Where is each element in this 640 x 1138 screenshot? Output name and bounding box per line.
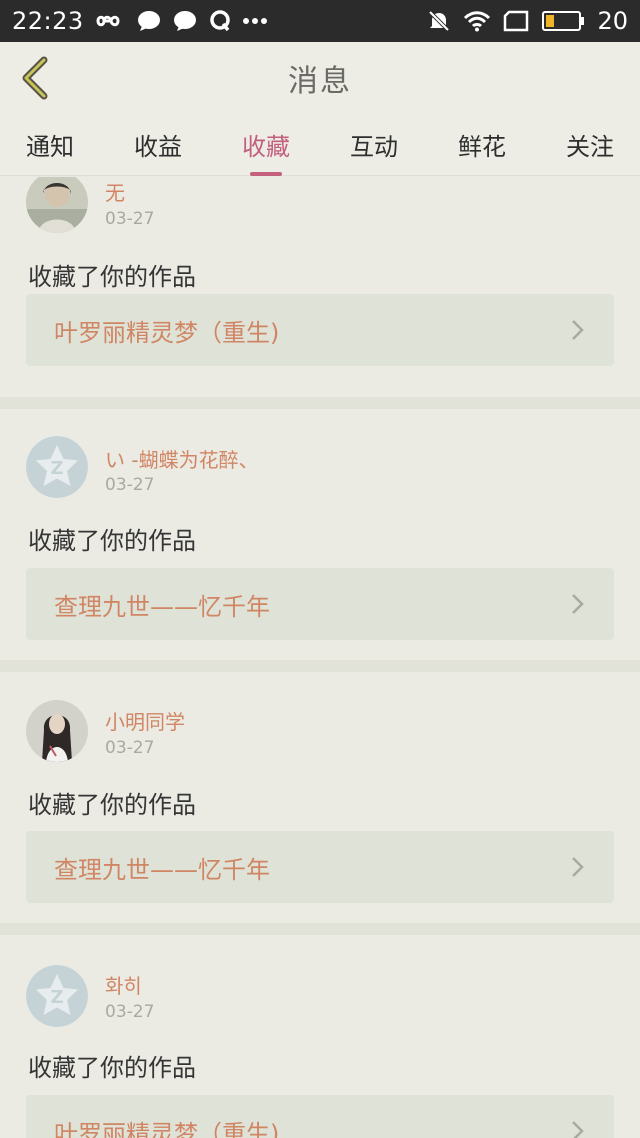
action-text: 收藏了你的作品 [28,527,196,555]
status-bar: 22:23 20 [0,0,640,42]
header-bar: 消息 [0,42,640,114]
work-link[interactable]: 叶罗丽精灵梦（重生) [26,1095,614,1138]
divider [0,660,640,672]
default-star-avatar-icon: Z [26,436,88,498]
work-title: 叶罗丽精灵梦（重生) [54,318,280,347]
chevron-right-icon [572,857,584,877]
tab-earnings[interactable]: 收益 [134,121,182,168]
action-text: 收藏了你的作品 [28,263,196,291]
more-dots-icon [242,18,267,24]
message-date: 03-27 [105,209,155,229]
divider [0,923,640,935]
message-card: Z 화히 03-27 收藏了你的作品 叶罗丽精灵梦（重生) [0,935,640,1138]
chevron-right-icon [572,320,584,340]
avatar[interactable]: Z [26,436,88,498]
message-date: 03-27 [105,475,155,495]
status-system-icons: 20 [427,7,628,35]
app-screen: 22:23 20 消息 通知 收益 收藏 互动 鲜花 关注 无 03-27 收藏… [0,0,640,1138]
avatar[interactable]: Z [26,965,88,1027]
status-time: 22:23 [12,7,84,35]
page-title: 消息 [288,64,352,99]
work-link[interactable]: 叶罗丽精灵梦（重生) [26,294,614,366]
svg-text:Z: Z [50,987,63,1008]
chevron-right-icon [572,594,584,614]
battery-level: 20 [597,7,628,35]
user-photo-icon [26,700,88,762]
action-text: 收藏了你的作品 [28,1054,196,1082]
mute-icon [429,10,450,32]
chevron-right-icon [572,1121,584,1138]
work-title: 查理九世——忆千年 [54,855,270,884]
wifi-icon [464,11,491,32]
screen-icon [504,10,529,32]
user-name[interactable]: い -蝴蝶为花醉、 [105,444,259,473]
work-link[interactable]: 查理九世——忆千年 [26,568,614,640]
back-button[interactable] [14,56,54,100]
tab-interactions[interactable]: 互动 [350,121,398,168]
user-name[interactable]: 无 [105,177,125,206]
back-chevron-icon [22,56,48,100]
infinity-icon [96,15,120,27]
message-card: Z い -蝴蝶为花醉、 03-27 收藏了你的作品 查理九世——忆千年 [0,409,640,660]
message-card: 无 03-27 收藏了你的作品 叶罗丽精灵梦（重生) [0,177,640,397]
message-date: 03-27 [105,738,155,758]
user-name[interactable]: 화히 [105,970,142,999]
work-title: 叶罗丽精灵梦（重生) [54,1119,280,1138]
battery-icon [542,11,585,31]
work-title: 查理九世——忆千年 [54,592,270,621]
status-notification-icons [96,9,268,33]
message-bubble-icon [137,11,160,31]
message-date: 03-27 [105,1002,155,1022]
divider [0,397,640,409]
user-name[interactable]: 小明同学 [105,706,185,735]
qq-icon [209,10,230,32]
tab-follows[interactable]: 关注 [566,121,614,168]
message-card: 小明同学 03-27 收藏了你的作品 查理九世——忆千年 [0,672,640,923]
tab-bar: 通知 收益 收藏 互动 鲜花 关注 [0,114,640,176]
work-link[interactable]: 查理九世——忆千年 [26,831,614,903]
tab-notifications[interactable]: 通知 [26,121,74,168]
message-list[interactable]: 无 03-27 收藏了你的作品 叶罗丽精灵梦（重生) Z い -蝴蝶为花醉、 0 [0,177,640,1138]
tab-flowers[interactable]: 鲜花 [458,121,506,168]
default-star-avatar-icon: Z [26,965,88,1027]
chat-bubble-icon [173,11,196,31]
svg-text:Z: Z [50,458,63,479]
action-text: 收藏了你的作品 [28,791,196,819]
avatar[interactable] [26,700,88,762]
user-photo-icon [26,177,88,233]
avatar[interactable] [26,177,88,233]
tab-favorites[interactable]: 收藏 [242,121,290,176]
